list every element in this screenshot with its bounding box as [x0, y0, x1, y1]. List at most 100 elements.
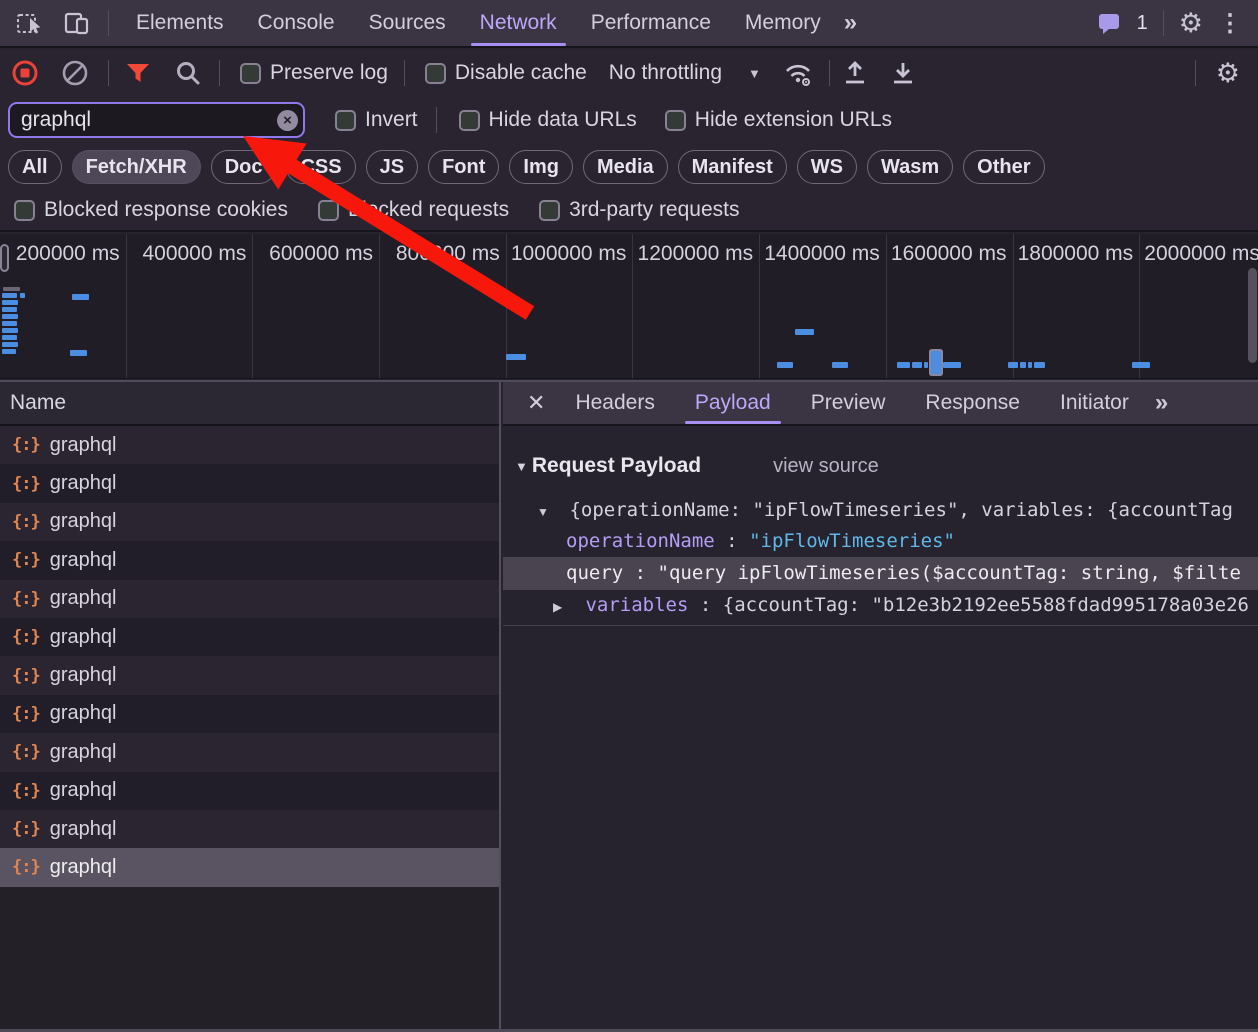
request-row[interactable]: {:} graphql — [0, 464, 499, 502]
expand-icon[interactable]: ▼ — [537, 497, 553, 526]
preserve-log-checkbox[interactable] — [240, 63, 261, 84]
filter-chip[interactable]: Fetch/XHR — [72, 150, 201, 184]
request-name: graphql — [50, 549, 117, 572]
request-row[interactable]: {:} graphql — [0, 772, 499, 810]
hide-extension-urls-checkbox[interactable] — [665, 110, 686, 131]
request-row[interactable]: {:} graphql — [0, 426, 499, 464]
request-row[interactable]: {:} graphql — [0, 810, 499, 848]
expand-icon[interactable]: ▶ — [553, 592, 569, 621]
network-settings-icon[interactable]: ⚙ — [1216, 60, 1240, 87]
main-tab[interactable]: Network — [463, 0, 574, 46]
clear-network-log-button[interactable] — [58, 56, 92, 90]
network-bar — [2, 314, 18, 319]
request-row[interactable]: {:} graphql — [0, 618, 499, 656]
collapse-icon[interactable]: ▼ — [515, 459, 528, 474]
filter-chip[interactable]: WS — [797, 150, 857, 184]
chevron-down-icon: ▼ — [748, 66, 761, 81]
filter-chip[interactable]: All — [8, 150, 62, 184]
blocked-requests-checkbox[interactable] — [318, 200, 339, 221]
filter-row: × Invert Hide data URLs Hide extension U… — [0, 96, 1258, 144]
filter-chip[interactable]: Other — [963, 150, 1044, 184]
timeline-ruler: 200000 ms 400000 ms 600000 ms 800000 ms … — [0, 234, 1258, 378]
filter-chip[interactable]: Img — [509, 150, 573, 184]
divider — [436, 107, 437, 133]
settings-icon[interactable]: ⚙ — [1179, 10, 1203, 37]
network-bar — [2, 293, 17, 298]
main-tab[interactable]: Elements — [119, 0, 241, 46]
invert-checkbox[interactable] — [335, 110, 356, 131]
inspect-element-button[interactable] — [12, 6, 46, 40]
export-har-button[interactable] — [886, 56, 920, 90]
issues-button[interactable] — [1096, 6, 1122, 40]
hide-data-urls-checkbox[interactable] — [459, 110, 480, 131]
timeline-tick: 1200000 ms — [633, 234, 760, 378]
view-source-link[interactable]: view source — [773, 455, 879, 478]
network-bar — [2, 321, 17, 326]
disable-cache-checkbox[interactable] — [425, 63, 446, 84]
request-row[interactable]: {:} graphql — [0, 848, 499, 886]
import-har-button[interactable] — [838, 56, 872, 90]
filter-chip[interactable]: Media — [583, 150, 668, 184]
payload-line[interactable]: ▼ {operationName: "ipFlowTimeseries", va… — [503, 495, 1258, 526]
inspect-icon — [16, 10, 43, 37]
timeline-tick: 1400000 ms — [760, 234, 887, 378]
name-column-header[interactable]: Name — [0, 382, 499, 426]
network-bar — [3, 287, 20, 291]
filter-button[interactable] — [121, 56, 155, 90]
details-tab-bar: ✕ Headers Payload Preview Response Initi… — [503, 382, 1258, 426]
filter-chip[interactable]: Font — [428, 150, 499, 184]
main-tab[interactable]: Performance — [574, 0, 728, 46]
request-row[interactable]: {:} graphql — [0, 503, 499, 541]
network-bar — [1008, 362, 1018, 368]
filter-chip[interactable]: JS — [366, 150, 418, 184]
request-row[interactable]: {:} graphql — [0, 733, 499, 771]
more-tabs-icon[interactable]: » — [844, 9, 855, 37]
detail-tab[interactable]: Headers — [555, 382, 674, 424]
payload-line[interactable]: query : "query ipFlowTimeseries($account… — [503, 557, 1258, 590]
timeline-tick: 1800000 ms — [1014, 234, 1141, 378]
blocked-response-cookies-checkbox[interactable] — [14, 200, 35, 221]
clear-icon: × — [283, 112, 292, 129]
detail-tab[interactable]: Initiator — [1040, 382, 1149, 424]
more-menu-icon[interactable]: ⋮ — [1218, 9, 1242, 38]
filter-chip[interactable]: Wasm — [867, 150, 953, 184]
third-party-requests-checkbox[interactable] — [539, 200, 560, 221]
overview-scrollbar[interactable] — [1248, 268, 1257, 363]
detail-tab[interactable]: Payload — [675, 382, 791, 424]
close-icon[interactable]: ✕ — [527, 390, 545, 416]
more-detail-tabs-icon[interactable]: » — [1155, 389, 1166, 417]
clear-filter-button[interactable]: × — [277, 110, 298, 131]
search-button[interactable] — [171, 56, 205, 90]
request-name: graphql — [50, 434, 117, 457]
record-button[interactable] — [8, 56, 42, 90]
payload-value: "query ipFlowTimeseries($accountTag: str… — [658, 562, 1241, 584]
filter-chip[interactable]: CSS — [286, 150, 355, 184]
filter-input[interactable] — [8, 102, 305, 138]
request-row[interactable]: {:} graphql — [0, 656, 499, 694]
upload-icon — [841, 59, 869, 87]
devtools-tab-bar: Elements Console Sources Network Perform… — [0, 0, 1258, 48]
request-type-chips: All Fetch/XHR Doc CSS JS Font Img Media … — [0, 144, 1258, 190]
detail-tab[interactable]: Preview — [791, 382, 906, 424]
network-main-area: Name {:} graphql {:} graphql {:} — [0, 380, 1258, 1032]
main-tab[interactable]: Console — [241, 0, 352, 46]
filter-chip[interactable]: Manifest — [678, 150, 787, 184]
network-bar — [1020, 362, 1026, 368]
network-overview-timeline[interactable]: 200000 ms 400000 ms 600000 ms 800000 ms … — [0, 234, 1258, 379]
json-icon: {:} — [12, 857, 40, 877]
request-row[interactable]: {:} graphql — [0, 541, 499, 579]
filter-chip[interactable]: Doc — [211, 150, 277, 184]
payload-line[interactable]: operationName : "ipFlowTimeseries" — [503, 526, 1258, 557]
throttling-select[interactable]: No throttling ▼ — [609, 61, 761, 85]
device-toolbar-button[interactable] — [60, 6, 94, 40]
overview-left-grip[interactable] — [0, 244, 9, 272]
main-tab[interactable]: Sources — [352, 0, 463, 46]
detail-tab[interactable]: Response — [905, 382, 1040, 424]
network-conditions-button[interactable] — [781, 56, 815, 90]
throttling-value: No throttling — [609, 61, 722, 85]
payload-line[interactable]: ▶ variables : {accountTag: "b12e3b2192ee… — [503, 590, 1258, 621]
request-row[interactable]: {:} graphql — [0, 580, 499, 618]
circle-slash-icon — [61, 59, 89, 87]
request-row[interactable]: {:} graphql — [0, 695, 499, 733]
main-tab[interactable]: Memory — [728, 0, 838, 46]
